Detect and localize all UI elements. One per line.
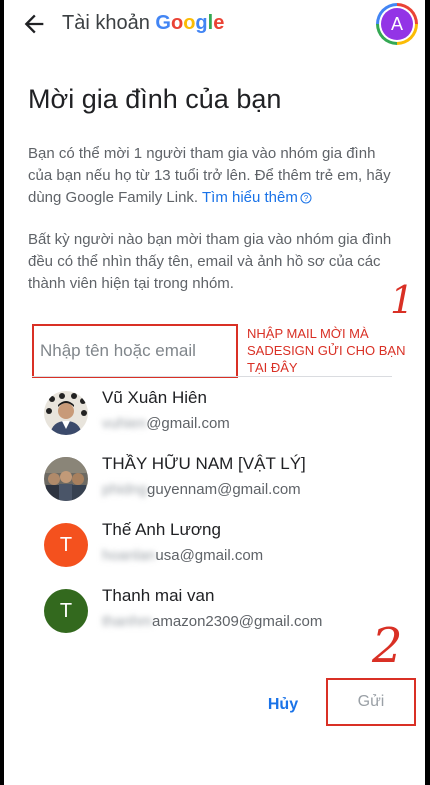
app-title-prefix: Tài khoản (62, 12, 150, 34)
contact-item[interactable]: T Thế Anh Lương hoanlanusa@gmail.com (44, 518, 384, 576)
contact-name: Thế Anh Lương (102, 520, 221, 539)
contact-letter-avatar: T (44, 589, 88, 633)
search-input[interactable] (40, 336, 230, 366)
contact-email: hoanlanusa@gmail.com (102, 547, 264, 564)
screen: Tài khoản Google A Mời gia đình của bạn … (4, 0, 425, 785)
account-avatar[interactable]: A (376, 3, 418, 45)
input-divider (32, 376, 392, 377)
contact-email: vuhien@gmail.com (102, 415, 230, 432)
step-2-annotation: 2 (372, 618, 403, 674)
intro-paragraph: Bạn có thể mời 1 người tham gia vào nhóm… (28, 143, 398, 209)
contact-item[interactable]: T Thanh mai van thanhmamazon2309@gmail.c… (44, 584, 384, 642)
contact-photo (44, 457, 88, 501)
google-logo-text: Google (155, 12, 225, 34)
help-circle-icon: ? (300, 192, 312, 204)
contact-item[interactable]: THẦY HỮU NAM [VẬT LÝ] phidngguyennam@gma… (44, 452, 384, 510)
page-title: Mời gia đình của bạn (28, 84, 282, 114)
contact-name: Thanh mai van (102, 586, 215, 605)
account-avatar-letter: A (381, 8, 413, 40)
contact-name: Vũ Xuân Hiên (102, 388, 207, 407)
cancel-button[interactable]: Hủy (256, 690, 310, 720)
contact-item[interactable]: Vũ Xuân Hiên vuhien@gmail.com (44, 386, 384, 444)
step-1-annotation: 1 (390, 278, 415, 322)
send-button[interactable]: Gửi (328, 680, 414, 724)
contact-email: thanhmamazon2309@gmail.com (102, 613, 323, 630)
search-field (32, 324, 238, 378)
annotation-note: NHẬP MAIL MỜI MÀ SADESIGN GỬI CHO BẠN TẠ… (247, 326, 406, 375)
learn-more-link[interactable]: Tìm hiểu thêm? (202, 189, 312, 206)
send-highlight-box: Gửi (326, 678, 416, 726)
arrow-left-icon[interactable] (20, 10, 48, 38)
app-header: Tài khoản Google A (4, 0, 425, 50)
app-title: Tài khoản Google (62, 12, 224, 35)
contact-name: THẦY HỮU NAM [VẬT LÝ] (102, 454, 306, 473)
svg-text:?: ? (304, 194, 309, 203)
contact-letter-avatar: T (44, 523, 88, 567)
contact-email: phidngguyennam@gmail.com (102, 481, 301, 498)
contact-photo (44, 391, 88, 435)
privacy-notice: Bất kỳ người nào bạn mời tham gia vào nh… (28, 231, 392, 292)
